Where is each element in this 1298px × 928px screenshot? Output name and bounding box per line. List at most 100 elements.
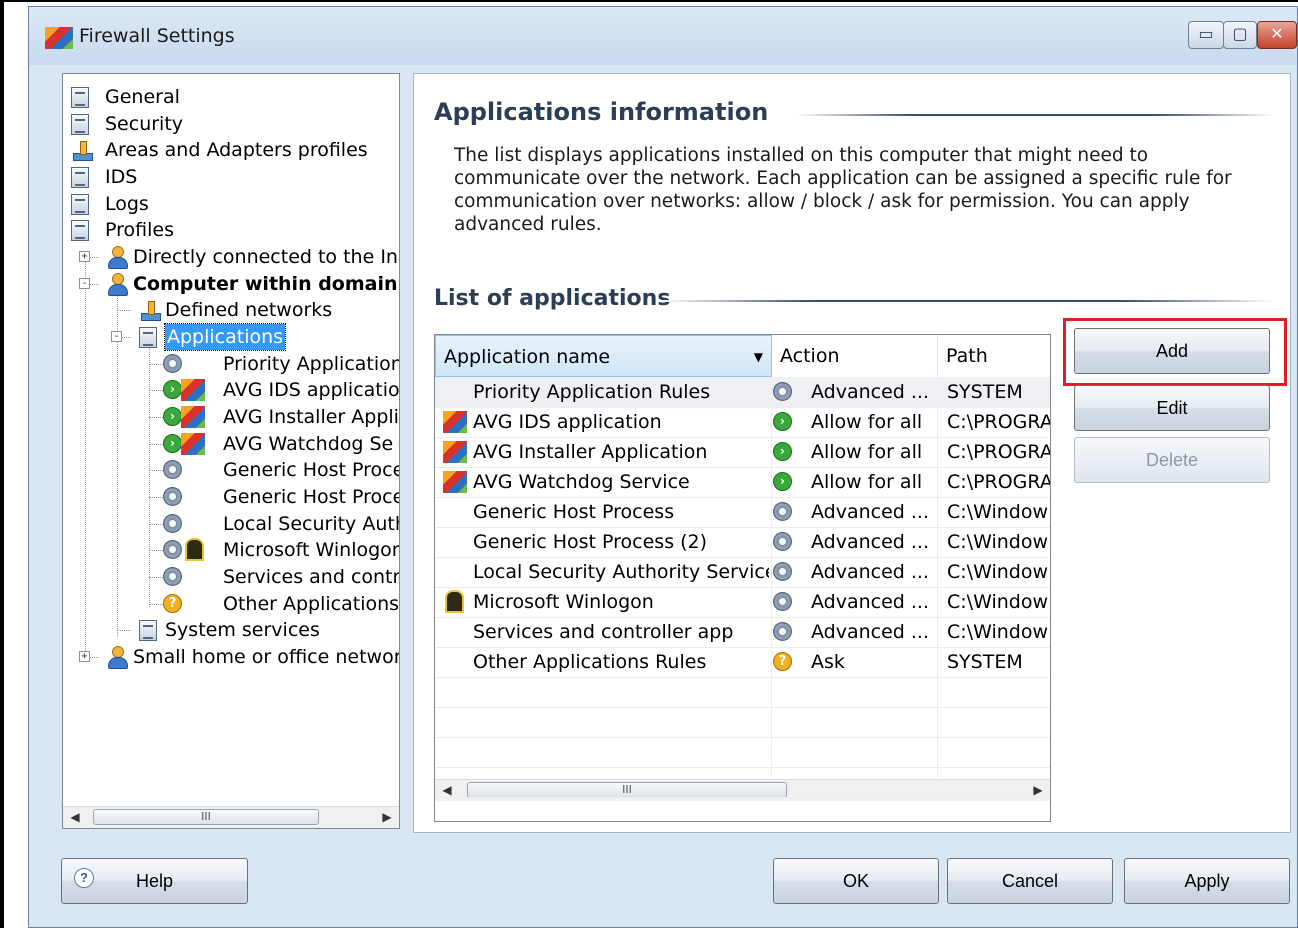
tree-item[interactable]: Security <box>63 111 399 137</box>
cell-path: C:\PROGRA <box>947 441 1051 463</box>
close-button[interactable]: ✕ <box>1257 21 1297 49</box>
gear-icon <box>163 567 182 586</box>
minimize-button[interactable]: ▭ <box>1188 21 1224 49</box>
delete-button[interactable]: Delete <box>1074 437 1270 483</box>
document-icon <box>139 327 157 348</box>
avg-logo-icon <box>45 27 73 49</box>
tree-item[interactable]: - Computer within domain <box>63 271 399 297</box>
tree-item[interactable]: Microsoft Winlogon <box>63 537 399 563</box>
help-button[interactable]: ? Help <box>61 858 248 904</box>
tree-item[interactable]: - Applications <box>63 323 399 351</box>
gear-icon <box>163 354 182 373</box>
empty-table-row <box>435 677 1050 708</box>
tree-item[interactable]: › AVG Installer Applic <box>63 404 399 430</box>
tree-item[interactable]: + Directly connected to the In <box>63 244 399 270</box>
tree-item[interactable]: ? Other Applications <box>63 591 399 617</box>
user-profile-icon <box>107 246 128 269</box>
cell-application-name: Microsoft Winlogon <box>473 591 654 613</box>
cell-action: Advanced ... <box>811 381 930 403</box>
document-icon <box>71 194 89 215</box>
tree-item-label: Generic Host Proce <box>223 459 400 481</box>
gear-icon <box>163 487 182 506</box>
cell-action: Ask <box>811 651 845 673</box>
tree-item[interactable]: System services <box>63 617 399 643</box>
ok-button[interactable]: OK <box>773 858 939 904</box>
cell-application-name: Local Security Authority Service <box>473 561 769 583</box>
avg-icon <box>181 379 205 401</box>
advanced-rule-icon <box>773 502 792 521</box>
section-divider <box>794 114 1274 116</box>
allow-icon: › <box>163 380 182 399</box>
table-row[interactable]: Microsoft Winlogon Advanced ... C:\Window <box>435 587 1050 618</box>
applications-grid[interactable]: Application name ▼ Action Path ◀ III ▶ P… <box>434 334 1051 822</box>
cell-path: C:\Window <box>947 501 1048 523</box>
table-row[interactable]: Generic Host Process Advanced ... C:\Windo… <box>435 497 1050 528</box>
tree-item[interactable]: › AVG IDS applicatio <box>63 377 399 403</box>
document-icon <box>71 220 89 241</box>
tree-item[interactable]: Profiles <box>63 217 399 243</box>
maximize-button[interactable]: ▢ <box>1223 21 1257 49</box>
section-divider <box>659 300 1274 302</box>
table-row[interactable]: Priority Application Rules Advanced ... SY… <box>435 377 1050 408</box>
tree-item-label: Logs <box>105 193 149 215</box>
avg-icon <box>443 471 467 493</box>
cell-action: Allow for all <box>811 411 923 433</box>
apply-button[interactable]: Apply <box>1124 858 1290 904</box>
tree-item-label: Microsoft Winlogon <box>223 539 400 561</box>
tree-item[interactable]: General <box>63 84 399 110</box>
table-row[interactable]: AVG IDS application › Allow for all C:\PROG… <box>435 407 1050 438</box>
window-title: Firewall Settings <box>79 25 235 47</box>
collapse-icon[interactable]: - <box>79 278 90 289</box>
cell-path: C:\PROGRA <box>947 471 1051 493</box>
document-icon <box>139 620 157 641</box>
expand-icon[interactable]: + <box>79 251 90 262</box>
tree-item-label: AVG Installer Applic <box>223 406 400 428</box>
table-row[interactable]: Other Applications Rules? Ask SYSTEM <box>435 647 1050 678</box>
tree-item[interactable]: Generic Host Proce <box>63 457 399 483</box>
tree-item-label: Generic Host Proce <box>223 486 400 508</box>
tree-horizontal-scrollbar[interactable]: ◀ III ▶ <box>63 806 399 828</box>
help-label: Help <box>135 871 174 891</box>
cell-path: C:\Window <box>947 621 1048 643</box>
ask-icon: ? <box>773 652 792 671</box>
scroll-thumb[interactable]: III <box>93 809 319 825</box>
tree-item[interactable]: IDS <box>63 164 399 190</box>
column-header-application-name[interactable]: Application name ▼ <box>435 335 772 377</box>
column-header-path[interactable]: Path <box>938 335 1050 377</box>
cell-application-name: Services and controller app <box>473 621 734 643</box>
tree-item[interactable]: Services and contr <box>63 564 399 590</box>
tree-item[interactable]: Areas and Adapters profiles <box>63 137 399 163</box>
tree-item[interactable]: Local Security Auth <box>63 511 399 537</box>
tree-item-label: Directly connected to the In <box>133 246 398 268</box>
allow-icon: › <box>163 407 182 426</box>
cancel-button[interactable]: Cancel <box>947 858 1113 904</box>
tree-item[interactable]: Logs <box>63 191 399 217</box>
edit-button[interactable]: Edit <box>1074 385 1270 431</box>
tree-item-label: Profiles <box>105 219 174 241</box>
winlogon-icon <box>185 538 204 561</box>
tree-item[interactable]: Generic Host Proce <box>63 484 399 510</box>
settings-tree[interactable]: General Security Areas and Adapters profil… <box>62 73 400 829</box>
expand-icon[interactable]: + <box>79 651 90 662</box>
tree-item[interactable]: + Small home or office networl <box>63 644 399 670</box>
table-row[interactable]: Local Security Authority Service Advanced… <box>435 557 1050 588</box>
section-title-applications-information: Applications information <box>434 98 769 126</box>
scroll-left-arrow-icon[interactable]: ◀ <box>63 807 87 828</box>
column-header-action[interactable]: Action <box>772 335 938 377</box>
cell-application-name: AVG Installer Application <box>473 441 708 463</box>
cell-action: Advanced ... <box>811 501 930 523</box>
table-row[interactable]: Services and controller app Advanced ... C… <box>435 617 1050 648</box>
cell-action: Advanced ... <box>811 531 930 553</box>
screenshot-border-left <box>0 0 4 928</box>
tree-item[interactable]: Priority Application <box>63 351 399 377</box>
allow-icon: › <box>773 412 792 431</box>
table-row[interactable]: AVG Installer Application › Allow for all C… <box>435 437 1050 468</box>
table-row[interactable]: Generic Host Process (2) Advanced ... C:\W… <box>435 527 1050 558</box>
table-row[interactable]: AVG Watchdog Service › Allow for all C:\PRO… <box>435 467 1050 498</box>
tree-item[interactable]: › AVG Watchdog Se <box>63 431 399 457</box>
collapse-icon[interactable]: - <box>111 331 122 342</box>
tree-item-label: Small home or office networl <box>133 646 400 668</box>
tree-item[interactable]: Defined networks <box>63 297 399 323</box>
scroll-right-arrow-icon[interactable]: ▶ <box>375 807 399 828</box>
title-bar[interactable]: Firewall Settings ▭ ▢ ✕ <box>29 7 1297 65</box>
